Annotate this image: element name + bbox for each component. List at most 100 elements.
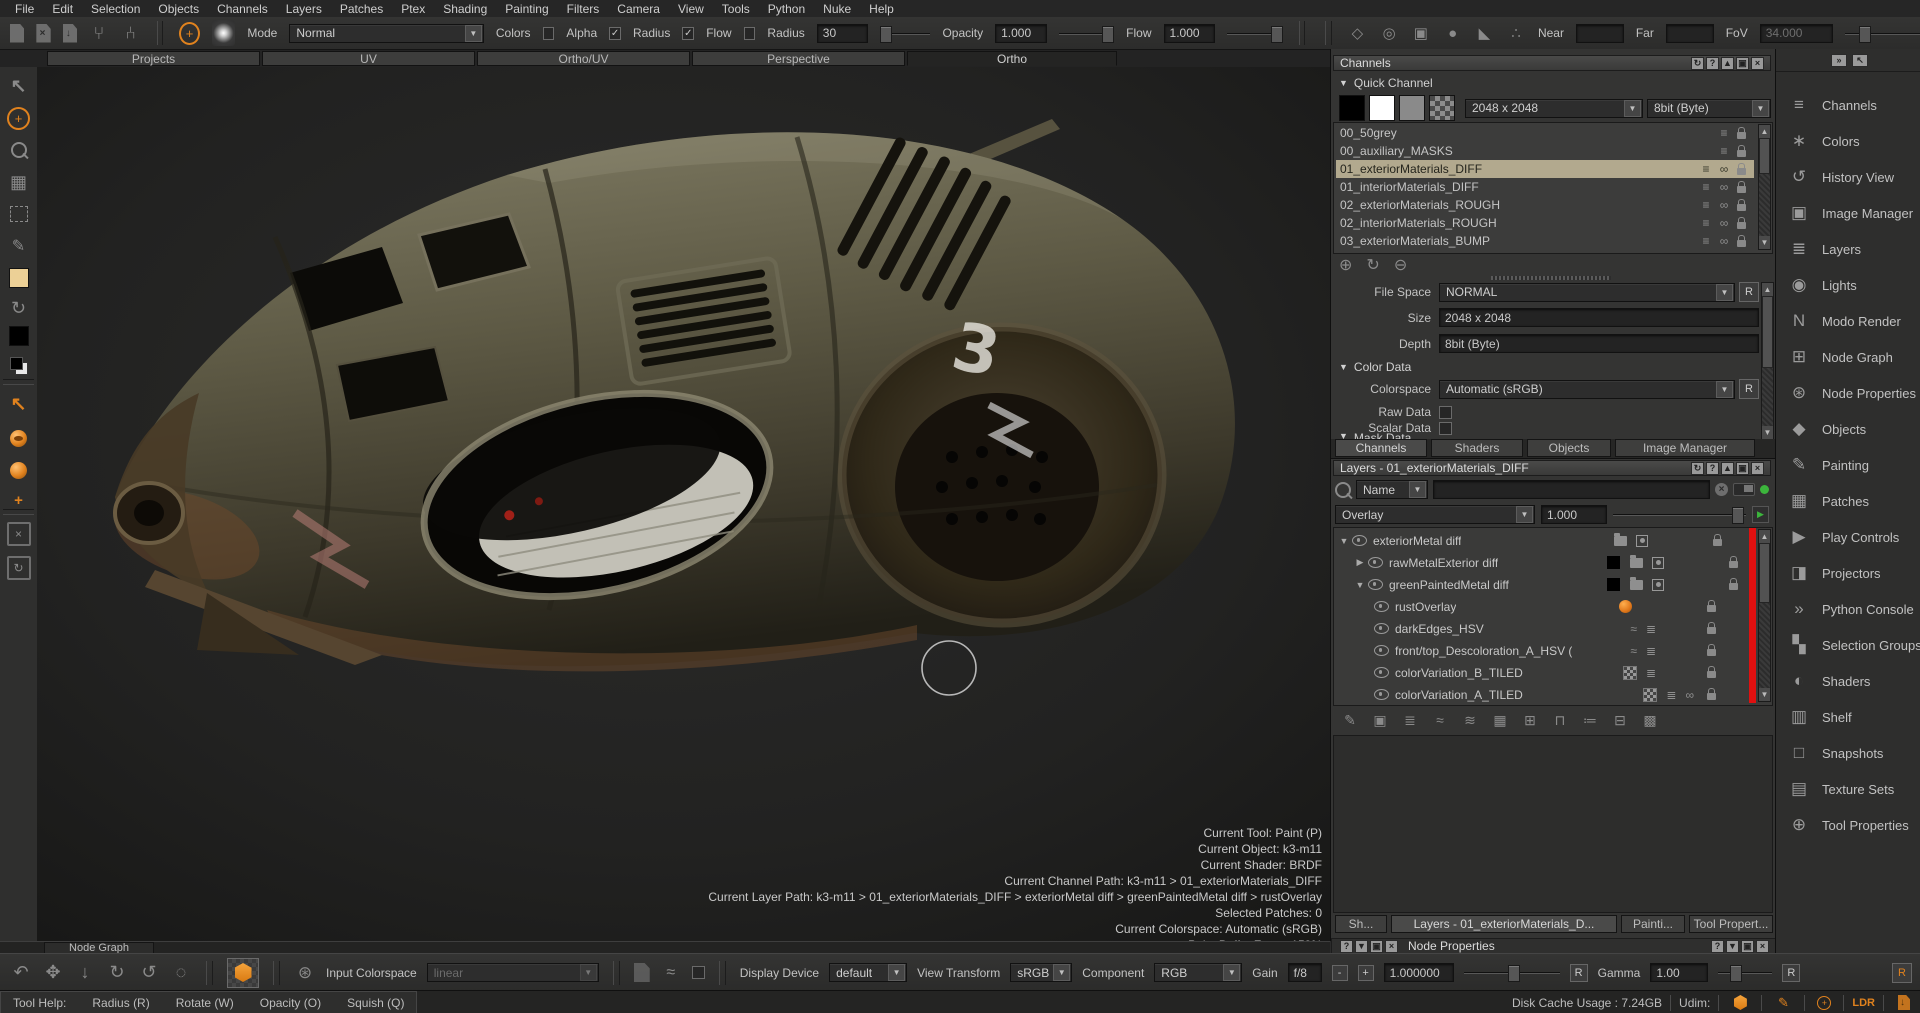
gain-slider-handle[interactable]	[1508, 965, 1520, 982]
radius-slider[interactable]	[880, 24, 930, 43]
layer-row-group[interactable]: ▶ rawMetalExterior diff	[1352, 552, 1756, 573]
foreground-color-swatch[interactable]	[0, 263, 37, 293]
rotate-view-icon[interactable]: ↻	[106, 962, 128, 983]
gain-reset-button[interactable]: R	[1570, 964, 1588, 982]
panel-close-icon[interactable]: ×	[1756, 940, 1769, 953]
radius-value-field[interactable]: 30	[817, 24, 868, 43]
gamma-value-field[interactable]: 1.00	[1650, 963, 1708, 982]
layer-grid-icon[interactable]: ▩	[1635, 709, 1665, 731]
menu-file[interactable]: File	[6, 2, 43, 16]
visibility-eye-icon[interactable]	[1368, 557, 1383, 568]
lock-icon[interactable]	[1737, 240, 1746, 247]
pan-icon[interactable]: ✥	[42, 962, 64, 983]
lock-icon[interactable]	[1729, 561, 1738, 568]
sidebar-item-texture-sets[interactable]: ▤Texture Sets	[1776, 771, 1920, 807]
far-field[interactable]	[1666, 24, 1714, 43]
menu-view[interactable]: View	[669, 2, 713, 16]
visibility-eye-icon[interactable]	[1374, 645, 1389, 656]
menu-nuke[interactable]: Nuke	[814, 2, 860, 16]
scroll-thumb[interactable]	[1759, 138, 1770, 174]
flow-value-field[interactable]: 1.000	[1164, 24, 1215, 43]
quick-depth-dropdown[interactable]: 8bit (Byte)▼	[1647, 99, 1771, 118]
gamma-slider[interactable]	[1718, 963, 1772, 982]
menu-python[interactable]: Python	[759, 2, 814, 16]
clear-filter-icon[interactable]: ×	[1715, 483, 1728, 496]
node-properties-titlebar[interactable]: ? ▼ ▣ × Node Properties ? ▼ ▣ ×	[1331, 938, 1776, 954]
channel-row[interactable]: 02_interiorMaterials_ROUGH≡∞	[1336, 214, 1754, 232]
remove-layer-icon[interactable]: ⊟	[1605, 709, 1635, 731]
scroll-up-icon[interactable]: ▲	[1762, 283, 1773, 296]
menu-help[interactable]: Help	[860, 2, 903, 16]
sidebar-item-painting[interactable]: ✎Painting	[1776, 447, 1920, 483]
panel-float-icon[interactable]: ▣	[1736, 462, 1749, 475]
layer-row-adjustment[interactable]: front/top_Descoloration_A_HSV ( ≈≣	[1374, 640, 1756, 661]
sidebar-item-shelf[interactable]: ▥Shelf	[1776, 699, 1920, 735]
panel-help-icon[interactable]: ?	[1711, 940, 1724, 953]
sidebar-item-modo-render[interactable]: NModo Render	[1776, 303, 1920, 339]
quick-black-swatch[interactable]	[1339, 95, 1365, 121]
flow-checkbox[interactable]: ✓	[682, 27, 694, 40]
add-group-icon[interactable]: ⊞	[1515, 709, 1545, 731]
visibility-eye-icon[interactable]	[1374, 689, 1389, 700]
visibility-eye-icon[interactable]	[1374, 601, 1389, 612]
display-device-dropdown[interactable]: default▼	[829, 963, 907, 982]
sidebar-item-snapshots[interactable]: □Snapshots	[1776, 735, 1920, 771]
marquee-select-tool[interactable]	[0, 199, 37, 229]
sphere-tool[interactable]	[0, 455, 37, 485]
radius2-checkbox[interactable]	[744, 27, 756, 40]
depth-field[interactable]: 8bit (Byte)	[1439, 334, 1759, 353]
sidebar-item-layers[interactable]: ≣Layers	[1776, 231, 1920, 267]
export-status-icon[interactable]: ↓	[1892, 995, 1916, 1010]
lock-icon[interactable]	[1729, 583, 1738, 590]
quick-resolution-dropdown[interactable]: 2048 x 2048▼	[1465, 99, 1643, 118]
layers-panel-titlebar[interactable]: Layers - 01_exteriorMaterials_DIFF ↻ ? ▲…	[1333, 460, 1771, 476]
lut-file-icon[interactable]	[634, 963, 650, 982]
sidebar-item-colors[interactable]: ∗Colors	[1776, 123, 1920, 159]
scroll-up-icon[interactable]: ▲	[1759, 125, 1770, 138]
file-space-dropdown[interactable]: NORMAL▼	[1439, 283, 1735, 302]
sidebar-item-node-properties[interactable]: ⊛Node Properties	[1776, 375, 1920, 411]
lock-icon[interactable]	[1737, 186, 1746, 193]
lock-icon[interactable]	[1707, 605, 1716, 612]
hexagon-status-icon[interactable]	[1727, 995, 1753, 1010]
layer-row-group[interactable]: ▼ exteriorMetal diff	[1336, 530, 1756, 551]
expander-icon[interactable]: ▶	[1352, 557, 1368, 568]
scalar-data-checkbox[interactable]	[1439, 422, 1452, 435]
cube-view-icon[interactable]: ◇	[1348, 24, 1368, 42]
tab-painting-collapsed[interactable]: Painti...	[1621, 915, 1685, 933]
visibility-eye-icon[interactable]	[1352, 535, 1367, 546]
panel-close-icon[interactable]: ×	[1385, 940, 1398, 953]
gamma-reset-button[interactable]: R	[1782, 964, 1800, 982]
delete-view-button[interactable]: ×	[0, 519, 37, 549]
scroll-thumb[interactable]	[1759, 543, 1770, 603]
menu-camera[interactable]: Camera	[608, 2, 669, 16]
brush-tip-preview[interactable]	[212, 20, 235, 46]
sidebar-item-node-graph[interactable]: ⊞Node Graph	[1776, 339, 1920, 375]
channel-list-scrollbar[interactable]: ▲ ▼	[1758, 124, 1771, 250]
layer-amount-slider[interactable]	[1613, 505, 1746, 524]
add-tiled-layer-icon[interactable]: ▦	[1485, 709, 1515, 731]
opacity-value-field[interactable]: 1.000	[995, 24, 1046, 43]
alpha-checkbox[interactable]	[543, 27, 555, 40]
curve-delete-icon[interactable]: ≈	[660, 964, 682, 982]
lock-icon[interactable]	[1737, 204, 1746, 211]
lock-icon[interactable]	[1737, 150, 1746, 157]
tab-channels[interactable]: Channels	[1335, 439, 1427, 457]
panel-help-icon[interactable]: ?	[1706, 462, 1719, 475]
view-transform-dropdown[interactable]: sRGB▼	[1010, 963, 1072, 982]
scroll-down-icon[interactable]: ▼	[1759, 688, 1770, 701]
visibility-sphere-tool[interactable]	[0, 423, 37, 453]
add-status-icon[interactable]: +	[1813, 996, 1835, 1010]
lock-icon[interactable]	[1707, 627, 1716, 634]
gain-value-field[interactable]: 1.000000	[1384, 963, 1454, 982]
orbit-icon[interactable]: ↺	[138, 962, 160, 983]
play-cache-icon[interactable]: ▶	[1752, 506, 1769, 523]
layer-amount-field[interactable]: 1.000	[1541, 505, 1607, 524]
panel-collapse-icon[interactable]: ▲	[1721, 462, 1734, 475]
panel-close-icon[interactable]: ×	[1751, 57, 1764, 70]
scroll-down-icon[interactable]: ▼	[1759, 236, 1770, 249]
add-adjustment-layer-icon[interactable]: ≣	[1395, 709, 1425, 731]
panel-collapse-icon[interactable]: ▼	[1726, 940, 1739, 953]
lock-icon[interactable]	[1737, 132, 1746, 139]
near-field[interactable]	[1576, 24, 1624, 43]
